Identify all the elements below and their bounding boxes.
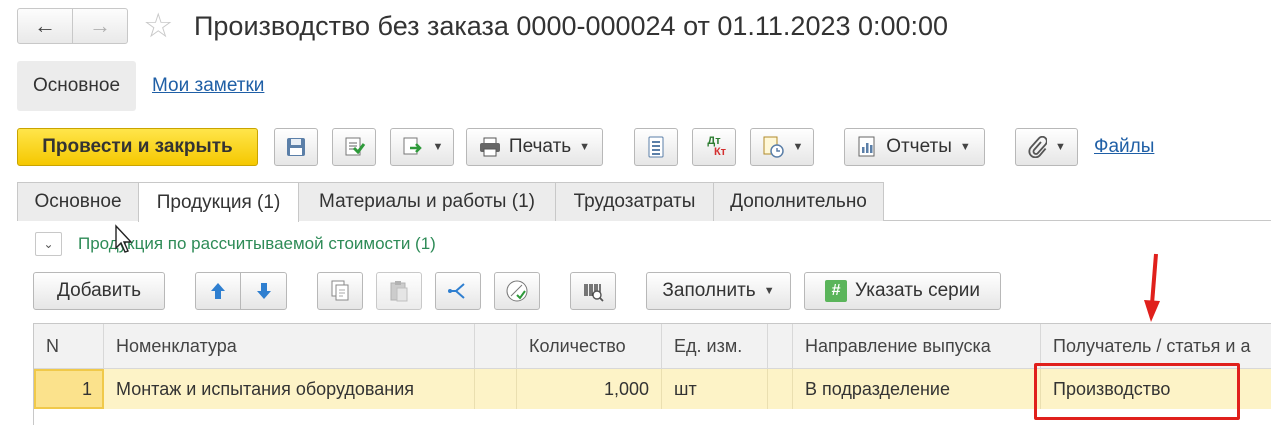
copy-row-button[interactable]: [317, 272, 363, 310]
dt-kt-button[interactable]: Дт Кт: [692, 128, 736, 166]
list-icon: [648, 136, 664, 158]
reports-label: Отчеты: [886, 136, 952, 157]
hash-icon: #: [825, 280, 848, 302]
unit-cell[interactable]: шт: [662, 369, 768, 409]
dropdown-caret-icon: ▼: [792, 141, 804, 153]
back-button[interactable]: ←: [18, 9, 72, 43]
related-documents-button[interactable]: ▼: [750, 128, 814, 166]
document-clock-icon: [761, 135, 785, 159]
dropdown-caret-icon: ▼: [959, 141, 971, 153]
add-row-button[interactable]: Добавить: [33, 272, 165, 310]
floppy-disk-icon: [285, 136, 307, 158]
navigation-buttons: ← →: [17, 8, 128, 44]
arrow-right-icon: →: [89, 13, 111, 38]
col-filler-header: [475, 324, 517, 368]
tab-labor-costs[interactable]: Трудозатраты: [555, 182, 714, 221]
distribute-button[interactable]: [494, 272, 540, 310]
tab-products[interactable]: Продукция (1): [138, 182, 299, 222]
filler-cell: [475, 369, 517, 409]
create-based-on-button[interactable]: ▼: [390, 128, 454, 166]
save-button[interactable]: [274, 128, 318, 166]
col-quantity-header[interactable]: Количество: [517, 324, 662, 368]
arrow-down-icon: [255, 281, 273, 301]
files-link[interactable]: Файлы: [1094, 128, 1154, 166]
post-button[interactable]: [332, 128, 376, 166]
paperclip-icon: [1027, 136, 1048, 158]
page-title: Производство без заказа 0000-000024 от 0…: [194, 11, 949, 41]
col-nomenclature-header[interactable]: Номенклатура: [104, 324, 475, 368]
move-up-button[interactable]: [195, 272, 241, 310]
print-button[interactable]: Печать ▼: [466, 128, 603, 166]
post-document-icon: [342, 135, 366, 159]
row-number-cell[interactable]: 1: [34, 369, 104, 409]
paste-button[interactable]: [376, 272, 422, 310]
tab-materials-and-works[interactable]: Материалы и работы (1): [298, 182, 556, 221]
copy-icon: [330, 280, 350, 302]
col-recipient-header[interactable]: Получатель / статья и а: [1041, 324, 1271, 368]
create-based-on-icon: [401, 135, 425, 159]
dropdown-caret-icon: ▼: [432, 141, 444, 153]
section-notes-link[interactable]: Мои заметки: [152, 61, 264, 111]
direction-cell[interactable]: В подразделение: [793, 369, 1041, 409]
split-icon: [447, 281, 469, 301]
post-and-close-button[interactable]: Провести и закрыть: [17, 128, 258, 166]
split-row-button[interactable]: [435, 272, 481, 310]
spacer-cell: [768, 369, 793, 409]
fill-label: Заполнить: [662, 280, 756, 301]
mouse-cursor-icon: [115, 224, 133, 253]
reports-button[interactable]: Отчеты ▼: [844, 128, 985, 166]
set-series-label: Указать серии: [855, 280, 980, 301]
fill-button[interactable]: Заполнить ▼: [646, 272, 791, 310]
print-label: Печать: [508, 136, 572, 157]
col-direction-header[interactable]: Направление выпуска: [793, 324, 1041, 368]
chevron-down-icon: ⌄: [43, 237, 54, 251]
col-spacer-header: [768, 324, 793, 368]
report-icon: [858, 136, 878, 158]
arrow-up-icon: [209, 281, 227, 301]
forward-button[interactable]: →: [72, 9, 127, 43]
barcode-scan-button[interactable]: [570, 272, 616, 310]
paste-icon: [389, 280, 409, 302]
dropdown-caret-icon: ▼: [1055, 141, 1066, 153]
star-icon[interactable]: ☆: [143, 8, 173, 44]
attachments-button[interactable]: ▼: [1015, 128, 1078, 166]
dropdown-caret-icon: ▼: [763, 285, 775, 297]
printer-icon: [479, 137, 501, 157]
nomenclature-cell[interactable]: Монтаж и испытания оборудования: [104, 369, 475, 409]
dropdown-caret-icon: ▼: [579, 141, 591, 153]
tab-additional[interactable]: Дополнительно: [713, 182, 884, 221]
tab-main[interactable]: Основное: [17, 182, 139, 221]
kt-label: Кт: [713, 146, 727, 158]
quantity-cell[interactable]: 1,000: [517, 369, 662, 409]
section-main[interactable]: Основное: [17, 61, 136, 111]
col-unit-header[interactable]: Ед. изм.: [662, 324, 768, 368]
group-collapse-toggle[interactable]: ⌄: [35, 232, 62, 256]
arrow-left-icon: ←: [34, 13, 56, 38]
highlight-frame: [1034, 363, 1240, 420]
red-arrow-icon: [1144, 253, 1160, 322]
journal-button[interactable]: [634, 128, 678, 166]
move-down-button[interactable]: [240, 272, 287, 310]
fraction-circle-icon: [505, 279, 529, 303]
set-series-button[interactable]: # Указать серии: [804, 272, 1001, 310]
barcode-icon: [582, 280, 604, 302]
col-n-header[interactable]: N: [34, 324, 104, 368]
